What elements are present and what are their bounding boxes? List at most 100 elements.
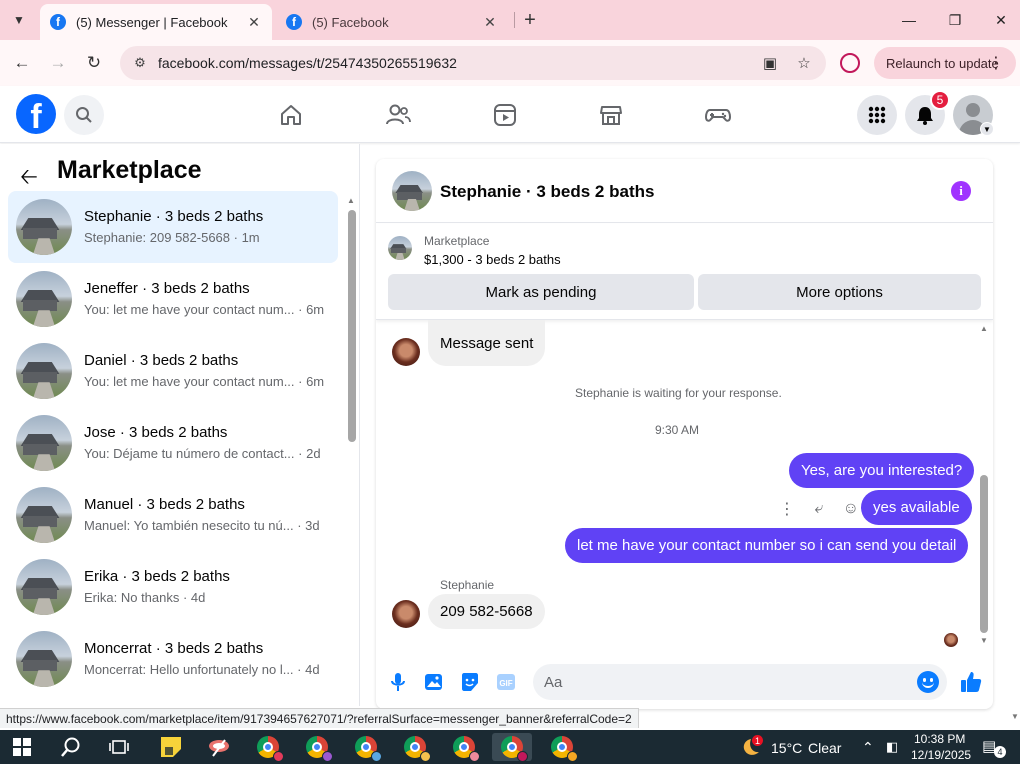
listing-source: Marketplace — [424, 234, 490, 248]
conversation-preview: Moncerrat: Hello unfortunately no l... ·… — [84, 662, 320, 677]
listing-thumbnail[interactable] — [388, 236, 412, 260]
close-tab-icon[interactable]: ✕ — [246, 14, 262, 31]
show-hidden-icons-chevron-up-icon[interactable]: ⌃ — [862, 739, 874, 756]
conversation-list: Stephanie · 3 beds 2 baths Stephanie: 20… — [8, 191, 338, 695]
clock-date[interactable]: 12/19/2025 — [911, 748, 971, 762]
photo-gallery-icon[interactable] — [422, 670, 446, 694]
home-icon[interactable] — [276, 100, 306, 130]
marketplace-icon[interactable] — [596, 100, 626, 130]
video-reels-icon[interactable] — [490, 100, 520, 130]
profile-icon[interactable] — [840, 53, 860, 73]
scroll-down-arrow-icon[interactable]: ▼ — [980, 636, 988, 645]
page-scroll-down-arrow-icon[interactable]: ▼ — [1011, 712, 1019, 721]
browser-menu-icon[interactable]: ⋮ — [988, 53, 1004, 73]
chrome-profile-icon[interactable] — [444, 733, 484, 762]
incoming-message[interactable]: 209 582-5668 — [428, 594, 545, 629]
chrome-profile-icon[interactable] — [346, 733, 386, 762]
snipping-tool-icon[interactable] — [199, 733, 239, 761]
menu-grid-icon[interactable] — [857, 95, 897, 135]
tab-search-chevron-icon[interactable]: ▼ — [6, 8, 32, 32]
minimize-icon[interactable]: — — [894, 8, 924, 32]
contact-avatar[interactable] — [392, 338, 420, 366]
react-emoji-icon[interactable]: ☺ — [843, 500, 859, 518]
scrollbar-thumb[interactable] — [348, 210, 356, 442]
chrome-profile-icon[interactable] — [395, 733, 435, 762]
conversation-item[interactable]: Jeneffer · 3 beds 2 baths You: let me ha… — [8, 263, 338, 335]
relaunch-update-button[interactable]: Relaunch to update ⋮ — [874, 47, 1016, 79]
forward-arrow-icon[interactable]: → — [46, 51, 70, 75]
tab-title: (5) Facebook — [312, 14, 389, 30]
message-input[interactable]: Aa — [533, 664, 947, 700]
conversation-item[interactable]: Moncerrat · 3 beds 2 baths Moncerrat: He… — [8, 623, 338, 695]
outgoing-message[interactable]: let me have your contact number so i can… — [565, 528, 969, 563]
conversation-item[interactable]: Manuel · 3 beds 2 baths Manuel: Yo tambi… — [8, 479, 338, 551]
conversation-item[interactable]: Jose · 3 beds 2 baths You: Déjame tu núm… — [8, 407, 338, 479]
gaming-icon[interactable] — [703, 100, 733, 130]
contact-avatar[interactable] — [392, 600, 420, 628]
tab-messenger[interactable]: f (5) Messenger | Facebook ✕ — [40, 4, 272, 40]
search-icon[interactable] — [64, 95, 104, 135]
network-icon[interactable]: ◧ — [886, 739, 898, 755]
message-thread-scrollbar[interactable]: ▲ ▼ — [978, 320, 990, 650]
thumbs-up-icon[interactable] — [959, 670, 983, 694]
facebook-logo[interactable]: f — [16, 94, 56, 134]
sticky-notes-icon[interactable] — [151, 733, 191, 761]
weather-temperature[interactable]: 15°C — [771, 740, 802, 756]
close-window-icon[interactable]: ✕ — [986, 8, 1016, 32]
chrome-profile-icon[interactable] — [297, 733, 337, 762]
emoji-icon[interactable] — [917, 671, 939, 693]
facebook-favicon-icon: f — [50, 14, 66, 30]
microphone-icon[interactable] — [386, 670, 410, 694]
conversation-item[interactable]: Stephanie · 3 beds 2 baths Stephanie: 20… — [8, 191, 338, 263]
weather-condition[interactable]: Clear — [808, 740, 841, 756]
address-url[interactable]: facebook.com/messages/t/2547435026551963… — [158, 55, 758, 71]
site-settings-icon[interactable]: ⚙ — [130, 55, 150, 71]
conversation-preview: Manuel: Yo también nesecito tu nú... · 3… — [84, 518, 320, 533]
conversation-name: Jose · 3 beds 2 baths — [84, 424, 228, 441]
scrollbar-thumb[interactable] — [980, 475, 988, 633]
scroll-up-arrow-icon[interactable]: ▲ — [980, 324, 988, 333]
mark-as-pending-button[interactable]: Mark as pending — [388, 274, 694, 310]
gif-icon[interactable]: GIF — [494, 670, 518, 694]
marketplace-conversations-panel: 🡠 Marketplace Stephanie · 3 beds 2 baths… — [0, 144, 360, 706]
conversation-item[interactable]: Daniel · 3 beds 2 baths You: let me have… — [8, 335, 338, 407]
message-text: Yes, are you interested? — [801, 462, 963, 479]
search-icon[interactable] — [51, 733, 91, 761]
listing-thumbnail[interactable] — [392, 171, 432, 211]
listing-thumbnail — [16, 271, 72, 327]
outgoing-message[interactable]: Yes, are you interested? — [789, 453, 975, 488]
chrome-profile-icon[interactable] — [542, 733, 582, 762]
restore-icon[interactable]: ❐ — [940, 8, 970, 32]
conversation-item[interactable]: Erika · 3 beds 2 baths Erika: No thanks … — [8, 551, 338, 623]
chat-title[interactable]: Stephanie · 3 beds 2 baths — [440, 182, 654, 202]
close-tab-icon[interactable]: ✕ — [482, 14, 498, 31]
conversation-preview: You: Déjame tu número de contact... · 2d — [84, 446, 321, 461]
message-text: 209 582-5668 — [440, 603, 533, 620]
tab-facebook[interactable]: f (5) Facebook ✕ — [276, 4, 508, 40]
friends-icon[interactable] — [383, 100, 413, 130]
new-tab-plus-icon[interactable]: + — [518, 8, 542, 32]
task-view-icon[interactable] — [99, 733, 139, 761]
tab-divider — [514, 12, 515, 28]
scroll-up-arrow-icon[interactable]: ▲ — [347, 196, 355, 205]
message-text: Message sent — [440, 334, 534, 352]
more-actions-icon[interactable]: ⋮ — [779, 499, 795, 519]
outgoing-message[interactable]: yes available — [861, 490, 972, 525]
install-app-icon[interactable]: ▣ — [758, 54, 782, 72]
sticker-icon[interactable] — [458, 670, 482, 694]
more-options-button[interactable]: More options — [698, 274, 981, 310]
chrome-profile-icon[interactable] — [248, 733, 288, 762]
listing-price[interactable]: $1,300 - 3 beds 2 baths — [424, 252, 561, 267]
bookmark-star-icon[interactable]: ☆ — [792, 54, 816, 72]
info-icon[interactable]: i — [951, 181, 971, 201]
reload-icon[interactable]: ↻ — [82, 51, 106, 75]
chrome-profile-icon-active[interactable] — [492, 733, 532, 762]
chevron-down-icon[interactable]: ▼ — [980, 122, 994, 136]
windows-start-icon[interactable] — [2, 733, 42, 761]
incoming-message[interactable]: Message sent — [428, 320, 546, 366]
address-bar[interactable]: ⚙ facebook.com/messages/t/25474350265519… — [120, 46, 826, 80]
back-arrow-icon[interactable]: ← — [10, 51, 34, 75]
conversation-list-scrollbar[interactable]: ▲ — [346, 194, 356, 706]
clock-time[interactable]: 10:38 PM — [914, 732, 965, 746]
reply-icon[interactable]: ⤶ — [814, 500, 823, 518]
